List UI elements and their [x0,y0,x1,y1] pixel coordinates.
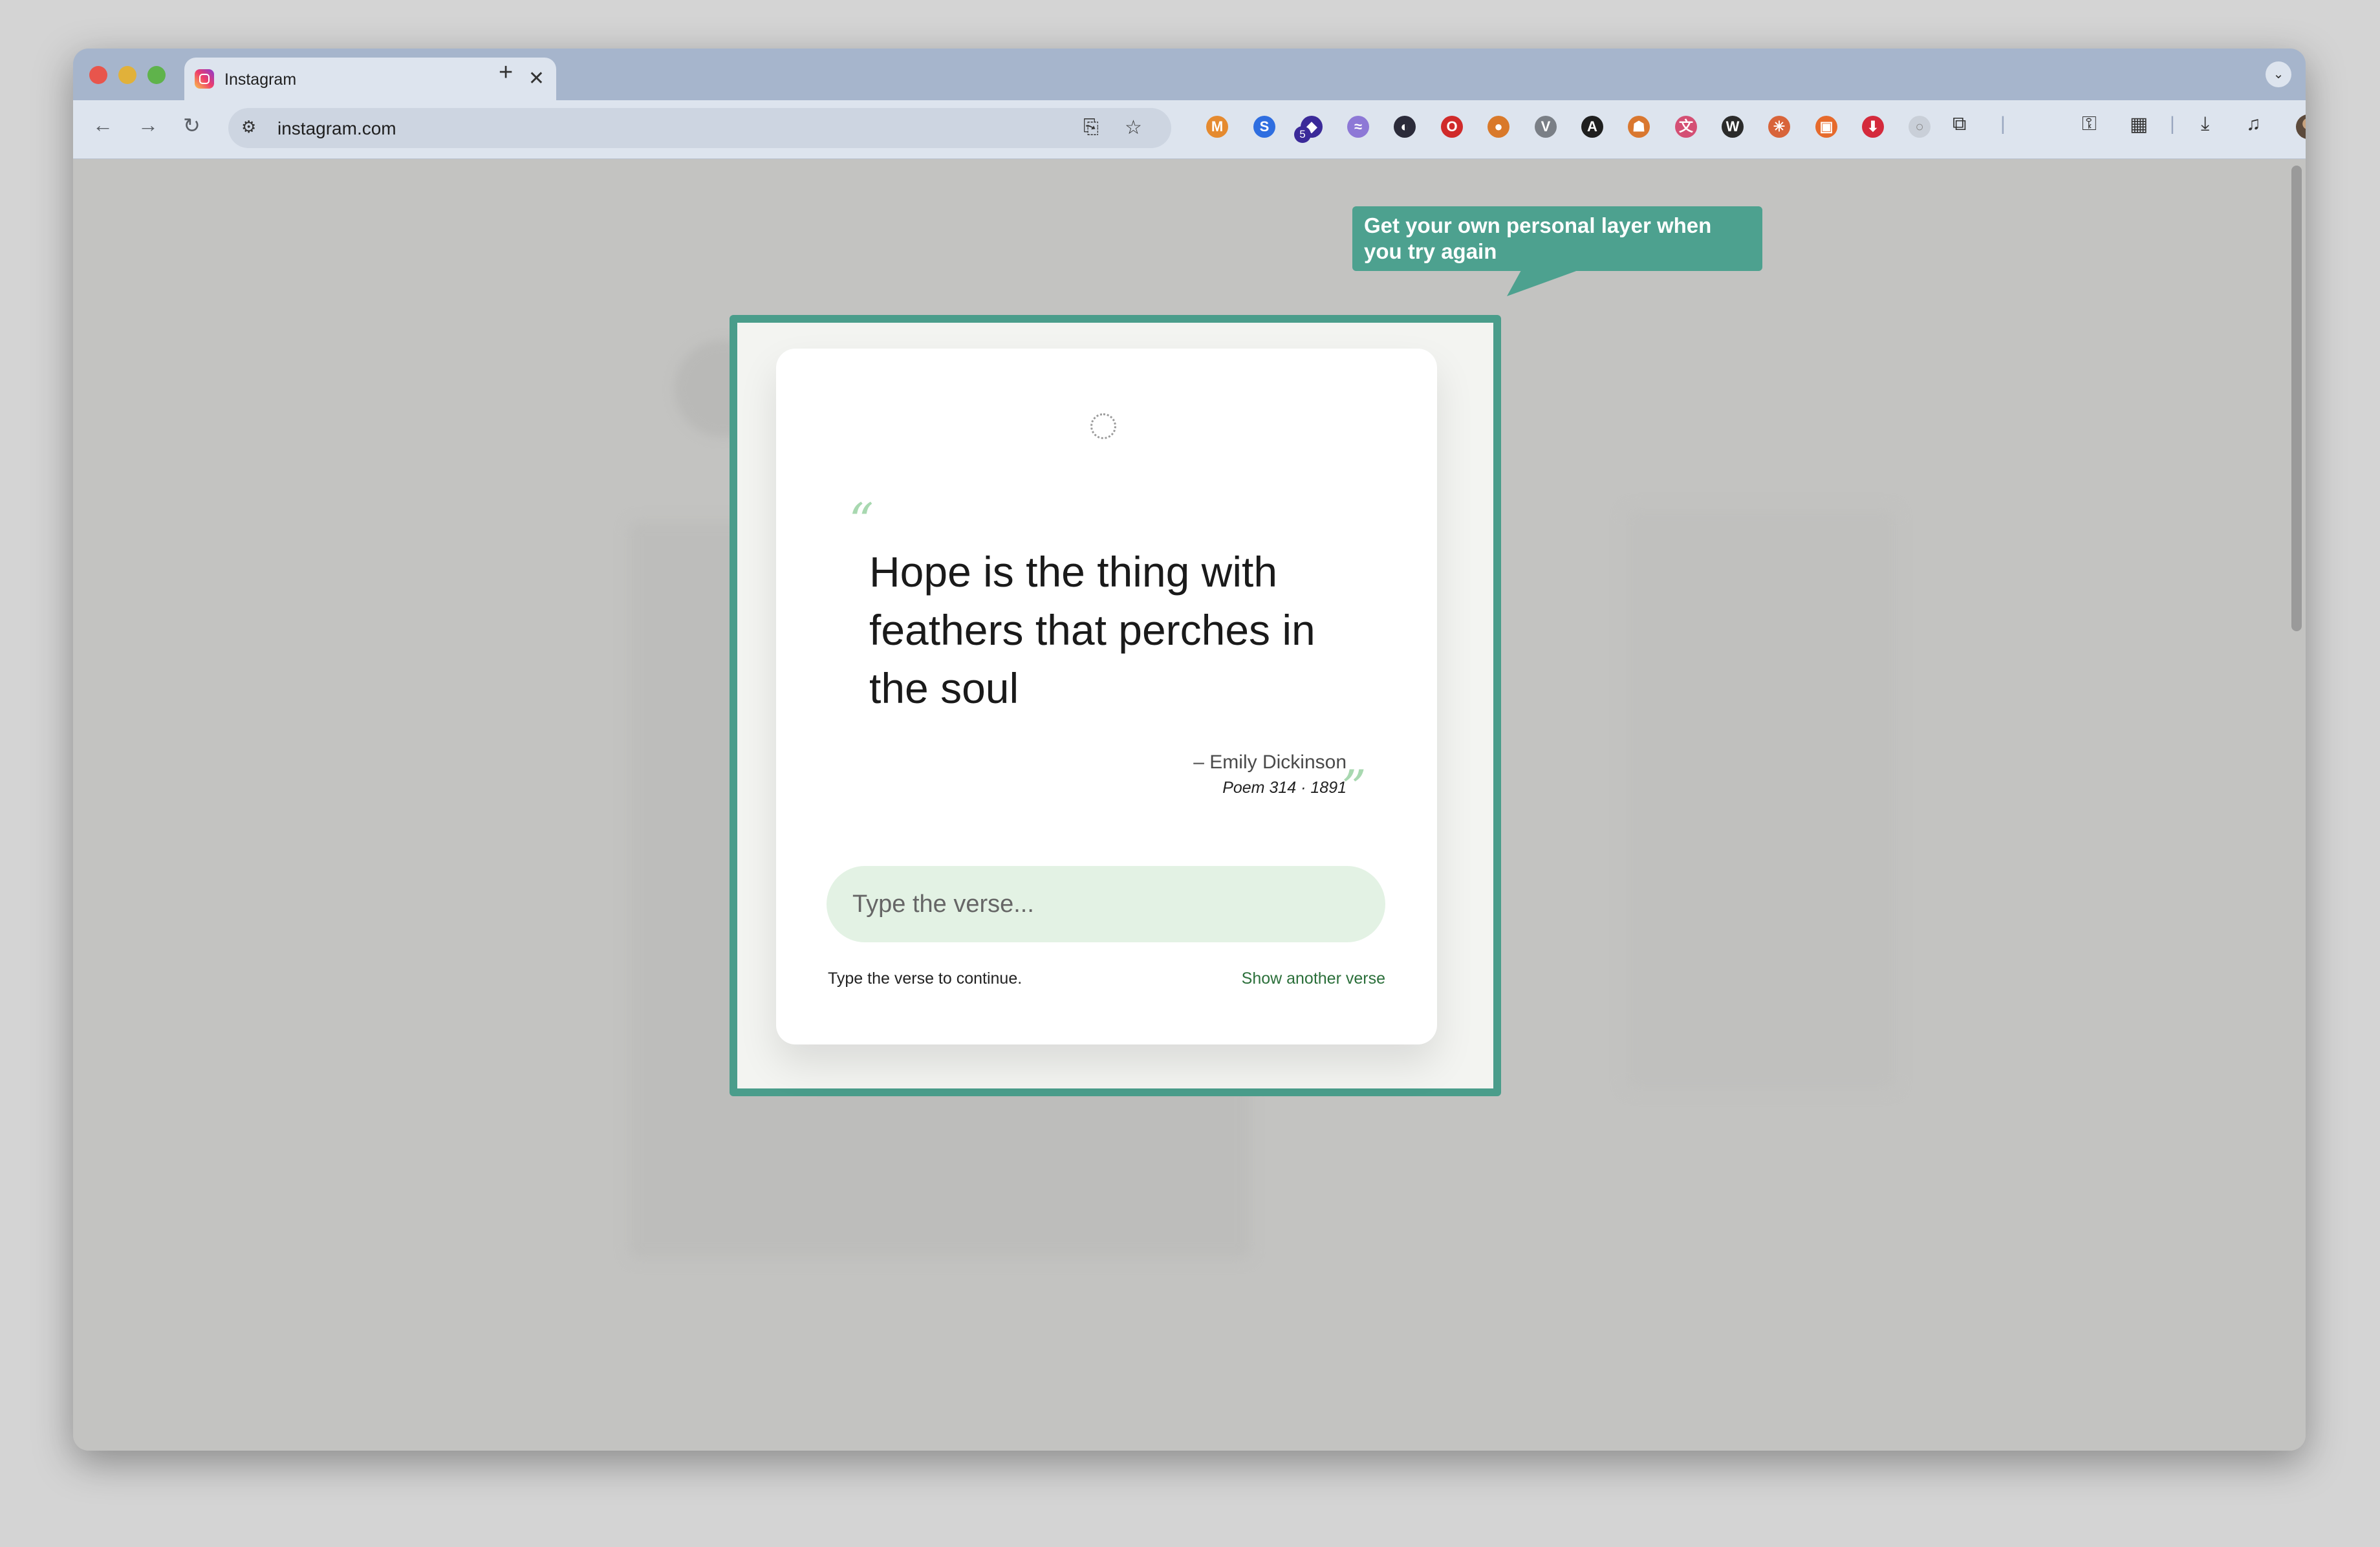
tab-title: Instagram [224,70,297,89]
maximize-window-button[interactable] [147,66,166,84]
verse-card: “ Hope is the thing with feathers that p… [776,349,1437,1044]
site-info-icon[interactable]: ⚙ [241,117,256,137]
opera-icon[interactable]: O [1441,116,1463,138]
loading-spinner-icon [1090,413,1116,439]
address-bar[interactable]: ⚙ instagram.com ⎘ ☆ [228,108,1171,148]
install-icon[interactable]: ⎘ [1083,116,1099,138]
avatar[interactable] [2296,114,2306,139]
divider: | [2000,113,2006,135]
x-icon[interactable]: A [1581,116,1603,138]
claude-icon[interactable]: ✳ [1768,116,1790,138]
loading-extension-icon[interactable]: ○ [1909,116,1931,138]
personal-layer-tooltip: Get your own personal layer when you try… [1352,206,1762,271]
qr-icon[interactable]: ▦ [2130,113,2148,136]
shazam-icon[interactable]: S [1253,116,1275,138]
download-icon[interactable]: ⤓ [2201,113,2209,135]
blurred-sidebar [1625,508,1897,1090]
toolbar: ← → ↻ ⚙ instagram.com ⎘ ☆ M S ◆ 5 ≈ ◐ O … [73,100,2306,159]
wiki-icon[interactable]: W [1722,116,1744,138]
show-another-verse-link[interactable]: Show another verse [1242,969,1385,988]
translate-icon[interactable]: 文 [1675,116,1697,138]
tooltip-text: Get your own personal layer when you try… [1364,213,1712,263]
extension-icon[interactable]: ◐ [1394,116,1416,138]
bookmark-star-icon[interactable]: ☆ [1125,116,1142,139]
tab-bar: Instagram ✕ + ⌄ [73,49,2306,100]
open-quote-icon: “ [849,492,874,550]
scrollbar[interactable] [2291,166,2302,631]
media-control-icon[interactable]: ♫ [2246,113,2261,135]
verse-text: Hope is the thing with feathers that per… [869,548,1315,712]
color-icon[interactable]: ● [1488,116,1509,138]
back-icon[interactable]: ← [92,113,113,137]
continue-hint: Type the verse to continue. [828,969,1022,988]
puzzle-icon[interactable]: ⧉ [1953,113,1966,135]
divider: | [2170,113,2175,135]
close-window-button[interactable] [89,66,107,84]
close-quote-icon: ” [1341,759,1367,817]
verse-modal: “ Hope is the thing with feathers that p… [730,315,1501,1096]
instagram-favicon-icon [195,69,214,89]
metamask-icon[interactable]: M [1206,116,1228,138]
vee-icon[interactable]: V [1535,116,1557,138]
forward-icon[interactable]: → [138,113,158,137]
image-icon[interactable]: ▣ [1815,116,1837,138]
reload-icon[interactable]: ↻ [183,113,200,138]
radio-icon[interactable]: ≈ [1347,116,1369,138]
tab-search-chevron-icon[interactable]: ⌄ [2266,61,2291,87]
tab-close-icon[interactable]: ✕ [528,67,545,90]
new-tab-button[interactable]: + [499,59,513,87]
pocket-icon[interactable]: ⬇ [1862,116,1884,138]
robot-icon[interactable]: ☗ [1628,116,1650,138]
minimize-window-button[interactable] [118,66,136,84]
password-key-icon[interactable]: ⚿ [2082,113,2097,135]
verse-source: Poem 314 · 1891 [1222,779,1347,797]
verse-input[interactable] [827,866,1385,942]
extension-count-badge: 5 [1294,126,1311,143]
verse-author: – Emily Dickinson [1193,752,1347,773]
url-text[interactable]: instagram.com [277,118,396,139]
